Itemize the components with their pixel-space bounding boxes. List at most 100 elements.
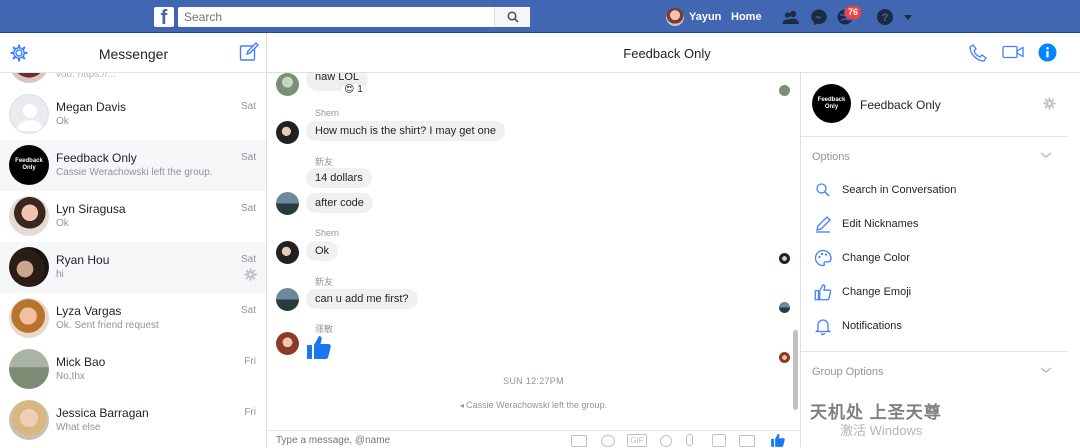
- avatar: [9, 247, 49, 287]
- info-icon[interactable]: [1038, 43, 1057, 62]
- system-message-text: Cassie Werachowski left the group.: [466, 400, 608, 410]
- conversation-time: Sat: [240, 152, 256, 163]
- chat-panel: naw LOL 😍 1 Sherri How much is the shirt…: [267, 73, 800, 447]
- profile-link[interactable]: Yayun: [666, 7, 721, 27]
- group-name: Feedback Only: [860, 98, 941, 112]
- avatar: [9, 400, 49, 440]
- avatar: Feedback Only: [9, 145, 49, 185]
- conversation-name: Mick Bao: [56, 355, 106, 369]
- help-icon[interactable]: ?: [876, 8, 894, 26]
- conversation-time: Sat: [240, 203, 256, 214]
- search-input[interactable]: [178, 7, 488, 27]
- conversation-name: Ryan Hou: [56, 253, 110, 267]
- chevron-down-icon: [1040, 367, 1052, 373]
- group-avatar: Feedback Only: [812, 84, 851, 123]
- video-call-icon[interactable]: [1002, 44, 1024, 60]
- thumbs-up-icon: [814, 284, 832, 301]
- conversation-snippet: Ok: [56, 218, 69, 229]
- options-title: Options: [812, 151, 850, 163]
- conversation-item-active[interactable]: Feedback Only Feedback Only Cassie Werac…: [0, 140, 266, 191]
- message-bubble[interactable]: Ok: [306, 241, 339, 261]
- notification-badge: 76: [844, 5, 863, 20]
- avatar: [276, 192, 299, 215]
- microphone-icon[interactable]: [686, 434, 693, 446]
- conversation-item[interactable]: Megan Davis Ok Sat: [0, 89, 266, 140]
- messenger-icon[interactable]: [810, 8, 828, 26]
- option-label: Search in Conversation: [842, 184, 957, 196]
- avatar: [276, 332, 299, 355]
- photo-icon[interactable]: [571, 435, 587, 447]
- conversation-item[interactable]: Ryan Hou hi Sat: [0, 242, 266, 293]
- file-icon[interactable]: [712, 434, 726, 447]
- option-change-emoji[interactable]: Change Emoji: [801, 273, 1068, 307]
- facebook-logo[interactable]: f: [154, 7, 174, 27]
- message-bubble[interactable]: How much is the shirt? I may get one: [306, 121, 505, 141]
- voice-call-icon[interactable]: [968, 43, 988, 63]
- sender-name: 新友: [315, 157, 334, 167]
- friend-requests-icon[interactable]: [782, 8, 800, 26]
- conversation-time: Sat: [240, 101, 256, 112]
- conversation-item[interactable]: Lyza Vargas Ok. Sent friend request Sat: [0, 293, 266, 344]
- thumbs-up-icon[interactable]: [305, 333, 333, 361]
- conversation-item[interactable]: vou: https://...: [0, 73, 266, 89]
- conversation-name: Lyn Siragusa: [56, 202, 126, 216]
- message-list: naw LOL 😍 1 Sherri How much is the shirt…: [267, 73, 800, 427]
- home-link[interactable]: Home: [731, 11, 762, 23]
- gif-icon[interactable]: GIF: [627, 434, 647, 447]
- conversation-name: Megan Davis: [56, 100, 127, 114]
- account-menu-chevron-icon[interactable]: [902, 11, 914, 23]
- sticker-icon[interactable]: [601, 435, 615, 447]
- sender-name: Sherri: [315, 108, 340, 118]
- message-composer: GIF: [267, 430, 800, 447]
- group-options-title: Group Options: [812, 366, 884, 378]
- conversation-settings-gear-icon[interactable]: [244, 268, 257, 281]
- option-edit-nicknames[interactable]: Edit Nicknames: [801, 205, 1068, 239]
- conversation-details-panel: Feedback Only Feedback Only Options Sear…: [800, 73, 1068, 447]
- profile-name: Yayun: [689, 11, 722, 23]
- chat-scrollbar[interactable]: [793, 330, 798, 410]
- conversation-snippet: Ok: [56, 116, 69, 127]
- conversation-time: Sat: [240, 305, 256, 316]
- group-options-section-header[interactable]: Group Options: [801, 352, 1068, 386]
- conversation-item[interactable]: Jessica Barragan What else Fri: [0, 395, 266, 446]
- conversation-item[interactable]: Mick Bao No,thx Fri: [0, 344, 266, 395]
- camera-icon[interactable]: [739, 435, 755, 447]
- read-receipt-avatar: [779, 302, 790, 313]
- send-like-icon[interactable]: [769, 432, 787, 448]
- option-label: Change Color: [842, 252, 910, 264]
- options-section-header[interactable]: Options: [801, 137, 1068, 171]
- messenger-title: Messenger: [98, 46, 169, 62]
- option-search-in-conversation[interactable]: Search in Conversation: [801, 171, 1068, 205]
- details-header: Feedback Only Feedback Only: [801, 73, 1068, 137]
- compose-icon[interactable]: [239, 42, 259, 62]
- avatar: [276, 241, 299, 264]
- top-navigation-bar: f Yayun Home 76 ?: [0, 0, 1080, 33]
- message-input[interactable]: [276, 435, 566, 446]
- emoji-icon[interactable]: [660, 435, 672, 447]
- conversation-snippet: vou: https://...: [56, 73, 117, 80]
- message-bubble[interactable]: can u add me first?: [306, 289, 418, 309]
- option-notifications[interactable]: Notifications: [801, 307, 1068, 341]
- conversation-item[interactable]: Lyn Siragusa Ok Sat: [0, 191, 266, 242]
- option-change-color[interactable]: Change Color: [801, 239, 1068, 273]
- conversation-snippet: Cassie Werachowski left the group.: [56, 167, 213, 178]
- system-message: ◂ Cassie Werachowski left the group.: [267, 400, 800, 410]
- search-button[interactable]: [494, 7, 530, 27]
- option-label: Change Emoji: [842, 286, 912, 298]
- conversation-list: vou: https://... Megan Davis Ok Sat Feed…: [0, 73, 266, 447]
- details-settings-gear-icon[interactable]: [1043, 97, 1056, 110]
- search-icon: [816, 183, 830, 197]
- pencil-icon: [816, 216, 831, 233]
- conversation-name: Jessica Barragan: [56, 406, 149, 420]
- conversation-time: Fri: [244, 356, 256, 367]
- message-reaction[interactable]: 😍 1: [341, 84, 366, 95]
- conversation-snippet: hi: [56, 269, 64, 280]
- svg-text:?: ?: [882, 12, 889, 24]
- avatar: [9, 349, 49, 389]
- avatar: [276, 288, 299, 311]
- sender-name: 新友: [315, 277, 334, 287]
- message-bubble[interactable]: 14 dollars: [306, 168, 372, 188]
- message-bubble[interactable]: after code: [306, 193, 373, 213]
- conversation-sidebar: Messenger vou: https://... Megan Davis O…: [0, 33, 267, 447]
- avatar: [276, 73, 299, 96]
